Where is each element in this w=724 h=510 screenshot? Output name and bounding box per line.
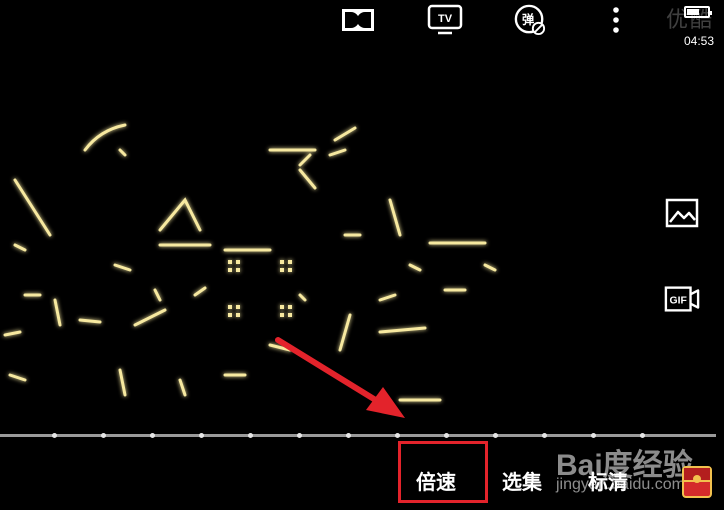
gif-label: GIF	[670, 296, 687, 307]
progress-marker[interactable]	[150, 433, 155, 438]
progress-marker[interactable]	[395, 433, 400, 438]
status-bar: 04:53	[666, 4, 714, 48]
progress-marker[interactable]	[542, 433, 547, 438]
progress-bar[interactable]	[0, 433, 716, 438]
top-toolbar: TV 弹 优酷 04:53	[0, 0, 724, 48]
episodes-button[interactable]: 选集	[502, 466, 542, 495]
battery-icon	[684, 6, 712, 18]
progress-marker[interactable]	[493, 433, 498, 438]
progress-marker[interactable]	[591, 433, 596, 438]
clock: 04:53	[683, 34, 714, 48]
progress-marker[interactable]	[346, 433, 351, 438]
tv-cast-icon[interactable]: TV	[426, 4, 464, 36]
progress-marker[interactable]	[444, 433, 449, 438]
video-frame-glow-art	[3, 123, 497, 402]
danmaku-label: 弹	[522, 12, 534, 27]
speed-highlight-box	[398, 441, 488, 503]
progress-marker[interactable]	[199, 433, 204, 438]
progress-marker[interactable]	[52, 433, 57, 438]
danmaku-off-icon[interactable]: 弹	[514, 4, 546, 36]
baidu-watermark-sub: jingyan.baidu.com	[556, 476, 685, 493]
gif-icon[interactable]: GIF	[664, 283, 700, 315]
screenshot-icon[interactable]	[664, 197, 700, 229]
progress-marker[interactable]	[297, 433, 302, 438]
battery-level	[687, 9, 699, 15]
more-vert-icon[interactable]	[600, 4, 632, 36]
red-envelope-icon[interactable]	[682, 466, 712, 498]
progress-marker[interactable]	[640, 433, 645, 438]
progress-marker[interactable]	[248, 433, 253, 438]
tv-cast-label: TV	[438, 13, 453, 25]
progress-marker[interactable]	[101, 433, 106, 438]
dolby-icon[interactable]	[342, 4, 374, 36]
